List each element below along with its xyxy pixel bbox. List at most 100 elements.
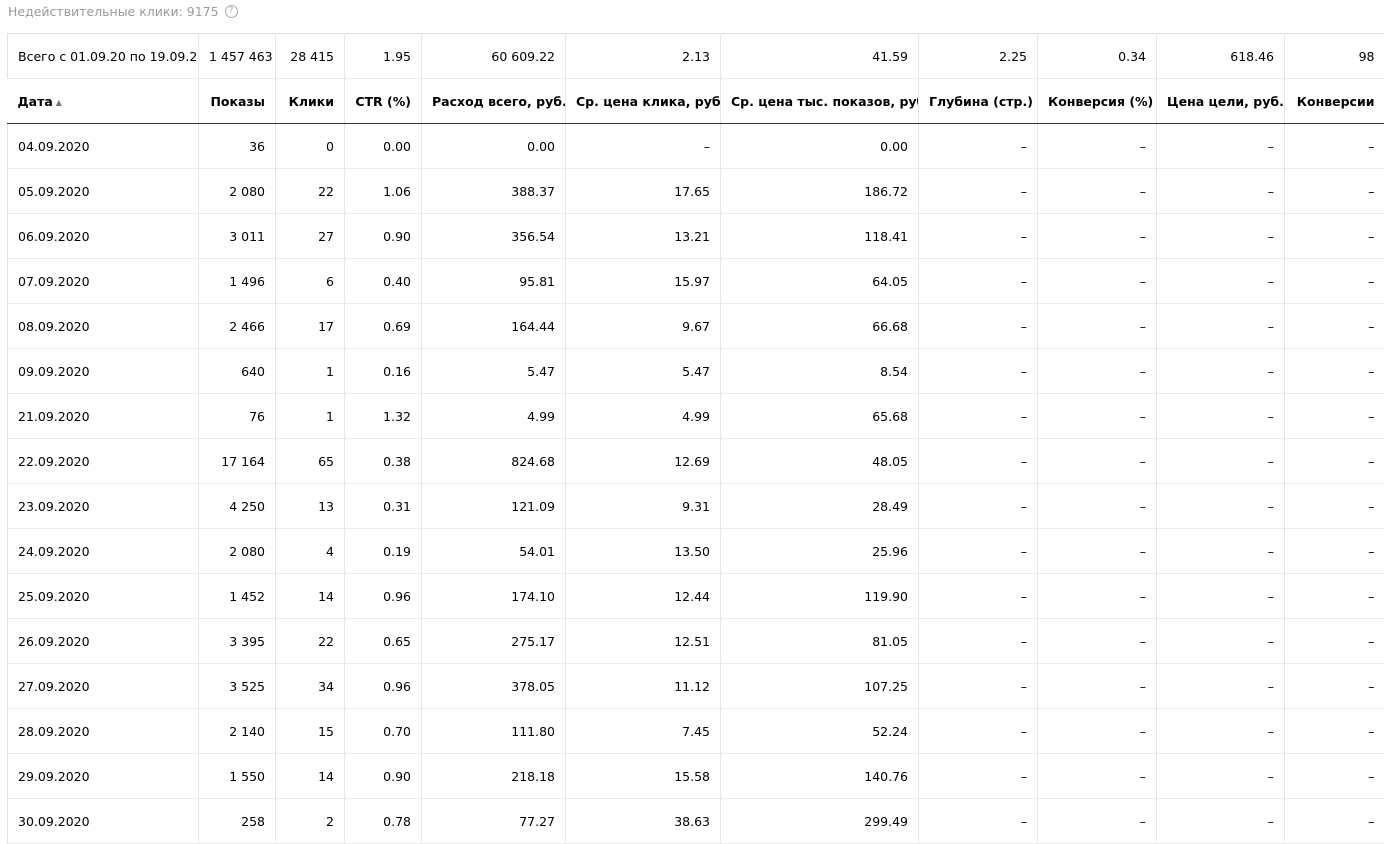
cell-avg-cpc: 38.63: [566, 799, 721, 844]
totals-conversions: 98: [1285, 34, 1384, 79]
cell-avg-cpc: 9.31: [566, 484, 721, 529]
cell-depth: –: [919, 529, 1038, 574]
column-header-spend[interactable]: Расход всего, руб.: [422, 79, 566, 124]
cell-spend: 164.44: [422, 304, 566, 349]
cell-spend: 174.10: [422, 574, 566, 619]
table-row: 08.09.20202 466170.69164.449.6766.68––––: [8, 304, 1384, 349]
cell-spend: 275.17: [422, 619, 566, 664]
cell-conversions: –: [1285, 664, 1384, 709]
cell-conversions: –: [1285, 349, 1384, 394]
cell-conversion-rate: –: [1038, 259, 1157, 304]
cell-conversions: –: [1285, 484, 1384, 529]
cell-avg-cpc: 9.67: [566, 304, 721, 349]
cell-goal-cost: –: [1157, 754, 1285, 799]
cell-clicks: 6: [276, 259, 345, 304]
cell-impressions: 36: [199, 124, 276, 169]
cell-conversions: –: [1285, 619, 1384, 664]
cell-ctr: 0.40: [345, 259, 422, 304]
table-row: 26.09.20203 395220.65275.1712.5181.05–––…: [8, 619, 1384, 664]
totals-ctr: 1.95: [345, 34, 422, 79]
cell-avg-cpc: 12.51: [566, 619, 721, 664]
cell-conversion-rate: –: [1038, 349, 1157, 394]
totals-clicks: 28 415: [276, 34, 345, 79]
column-header-impressions[interactable]: Показы: [199, 79, 276, 124]
cell-clicks: 65: [276, 439, 345, 484]
cell-conversions: –: [1285, 799, 1384, 844]
cell-avg-cpc: 13.50: [566, 529, 721, 574]
column-header-date-label: Дата: [18, 94, 53, 109]
cell-avg-cpm: 28.49: [721, 484, 919, 529]
cell-avg-cpm: 118.41: [721, 214, 919, 259]
cell-spend: 0.00: [422, 124, 566, 169]
cell-spend: 378.05: [422, 664, 566, 709]
cell-ctr: 0.69: [345, 304, 422, 349]
column-header-depth[interactable]: Глубина (стр.): [919, 79, 1038, 124]
cell-ctr: 0.19: [345, 529, 422, 574]
cell-conversions: –: [1285, 304, 1384, 349]
cell-conversions: –: [1285, 574, 1384, 619]
cell-depth: –: [919, 619, 1038, 664]
cell-depth: –: [919, 484, 1038, 529]
cell-conversions: –: [1285, 529, 1384, 574]
cell-date: 22.09.2020: [8, 439, 199, 484]
cell-ctr: 1.32: [345, 394, 422, 439]
cell-impressions: 3 011: [199, 214, 276, 259]
cell-impressions: 2 466: [199, 304, 276, 349]
cell-clicks: 14: [276, 574, 345, 619]
cell-goal-cost: –: [1157, 349, 1285, 394]
cell-avg-cpc: 4.99: [566, 394, 721, 439]
cell-depth: –: [919, 214, 1038, 259]
cell-date: 28.09.2020: [8, 709, 199, 754]
cell-avg-cpc: 13.21: [566, 214, 721, 259]
cell-avg-cpm: 107.25: [721, 664, 919, 709]
totals-conversion-rate: 0.34: [1038, 34, 1157, 79]
cell-date: 30.09.2020: [8, 799, 199, 844]
cell-conversions: –: [1285, 394, 1384, 439]
cell-avg-cpm: 65.68: [721, 394, 919, 439]
cell-avg-cpc: –: [566, 124, 721, 169]
cell-conversion-rate: –: [1038, 214, 1157, 259]
cell-avg-cpc: 12.44: [566, 574, 721, 619]
cell-impressions: 2 140: [199, 709, 276, 754]
invalid-clicks-label: Недействительные клики: 9175: [8, 4, 219, 19]
cell-goal-cost: –: [1157, 214, 1285, 259]
cell-conversions: –: [1285, 754, 1384, 799]
table-row: 21.09.20207611.324.994.9965.68––––: [8, 394, 1384, 439]
cell-date: 04.09.2020: [8, 124, 199, 169]
cell-ctr: 0.00: [345, 124, 422, 169]
cell-avg-cpc: 7.45: [566, 709, 721, 754]
stats-table-container: Всего с 01.09.20 по 19.09.23 1 457 463 2…: [7, 33, 1384, 844]
column-header-avg-cpm[interactable]: Ср. цена тыс. показов, руб.: [721, 79, 919, 124]
cell-ctr: 0.16: [345, 349, 422, 394]
cell-spend: 121.09: [422, 484, 566, 529]
column-header-date[interactable]: Дата▲: [8, 79, 199, 124]
cell-goal-cost: –: [1157, 799, 1285, 844]
totals-avg-cpc: 2.13: [566, 34, 721, 79]
table-row: 29.09.20201 550140.90218.1815.58140.76––…: [8, 754, 1384, 799]
totals-depth: 2.25: [919, 34, 1038, 79]
cell-conversion-rate: –: [1038, 574, 1157, 619]
cell-date: 07.09.2020: [8, 259, 199, 304]
table-row: 25.09.20201 452140.96174.1012.44119.90––…: [8, 574, 1384, 619]
cell-goal-cost: –: [1157, 169, 1285, 214]
cell-date: 08.09.2020: [8, 304, 199, 349]
table-row: 30.09.202025820.7877.2738.63299.49––––: [8, 799, 1384, 844]
cell-date: 27.09.2020: [8, 664, 199, 709]
column-header-goal-cost[interactable]: Цена цели, руб.: [1157, 79, 1285, 124]
cell-avg-cpc: 15.58: [566, 754, 721, 799]
invalid-clicks-info: Недействительные клики: 9175 ?: [8, 4, 238, 19]
cell-conversion-rate: –: [1038, 619, 1157, 664]
cell-depth: –: [919, 439, 1038, 484]
column-header-ctr[interactable]: CTR (%): [345, 79, 422, 124]
column-header-avg-cpc[interactable]: Ср. цена клика, руб.: [566, 79, 721, 124]
column-header-conversion-rate[interactable]: Конверсия (%): [1038, 79, 1157, 124]
cell-avg-cpm: 140.76: [721, 754, 919, 799]
column-header-conversions[interactable]: Конверсии: [1285, 79, 1384, 124]
cell-goal-cost: –: [1157, 619, 1285, 664]
question-circle-icon[interactable]: ?: [225, 5, 238, 18]
cell-clicks: 17: [276, 304, 345, 349]
cell-conversions: –: [1285, 439, 1384, 484]
cell-clicks: 22: [276, 619, 345, 664]
table-row: 23.09.20204 250130.31121.099.3128.49––––: [8, 484, 1384, 529]
column-header-clicks[interactable]: Клики: [276, 79, 345, 124]
